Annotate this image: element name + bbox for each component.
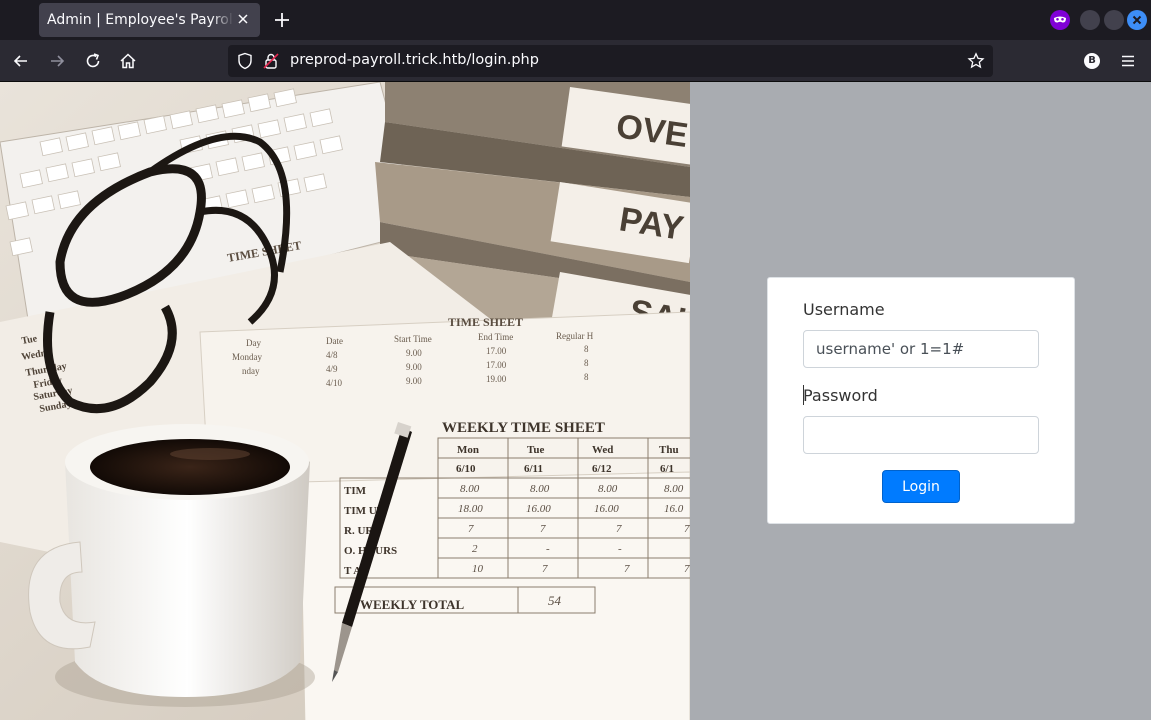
username-input[interactable] <box>803 330 1039 368</box>
mid-row1-day: Monday <box>232 352 262 362</box>
mid-header-date: Date <box>326 336 343 346</box>
hero-illustration: OVE PAY SAL TIME SHEET TIME SHEET Day Da… <box>0 82 690 720</box>
new-tab-plus-icon[interactable] <box>272 10 292 30</box>
reg-hours-1: 7 <box>468 523 474 535</box>
back-arrow-icon[interactable] <box>11 51 31 71</box>
time-out-3: 16.00 <box>594 503 619 515</box>
coffee-mug <box>28 424 315 707</box>
url-text: preprod-payroll.trick.htb/login.php <box>290 52 539 68</box>
mid-row1-start: 9.00 <box>406 348 422 358</box>
time-in-2: 8.00 <box>530 483 550 495</box>
weekly-header-wed: Wed <box>592 444 613 456</box>
mid-row2-date: 4/9 <box>326 364 338 374</box>
home-icon[interactable] <box>118 51 138 71</box>
total-3: 7 <box>624 563 630 575</box>
total-4: 7 <box>684 563 690 575</box>
mid-header-start: Start Time <box>394 334 432 344</box>
ot-hours-1: 2 <box>472 543 478 555</box>
password-input[interactable] <box>803 416 1039 454</box>
login-card: Username Password Login <box>767 277 1075 524</box>
time-in-3: 8.00 <box>598 483 618 495</box>
address-bar[interactable]: preprod-payroll.trick.htb/login.php <box>228 45 993 77</box>
reg-hours-3: 7 <box>616 523 622 535</box>
forward-arrow-icon[interactable] <box>47 51 67 71</box>
navigation-toolbar: preprod-payroll.trick.htb/login.php B <box>0 40 1151 82</box>
tab-close-icon[interactable] <box>235 11 251 27</box>
weekly-total-value: 54 <box>548 593 562 608</box>
weekly-date-2: 6/11 <box>524 463 543 475</box>
page-body: OVE PAY SAL TIME SHEET TIME SHEET Day Da… <box>0 82 1151 720</box>
mid-row2-end: 17.00 <box>486 360 507 370</box>
row-label-1: TIM <box>344 485 367 497</box>
window-minimize-button[interactable] <box>1080 10 1100 30</box>
tracking-protection-shield-icon[interactable] <box>236 52 254 70</box>
ot-hours-2: - <box>546 543 550 555</box>
username-label: Username <box>803 300 885 319</box>
insecure-lock-icon[interactable] <box>262 52 280 70</box>
url-host: preprod-payroll.trick.htb <box>290 52 467 68</box>
mid-row3-end: 19.00 <box>486 374 507 384</box>
time-out-4: 16.0 <box>664 503 684 515</box>
time-out-1: 18.00 <box>458 503 483 515</box>
time-out-2: 16.00 <box>526 503 551 515</box>
hero-photo: OVE PAY SAL TIME SHEET TIME SHEET Day Da… <box>0 82 690 720</box>
url-path: /login.php <box>466 52 539 68</box>
mid-row2-reg: 8 <box>584 358 589 368</box>
time-in-1: 8.00 <box>460 483 480 495</box>
hamburger-menu-icon[interactable] <box>1118 51 1138 71</box>
sheet-title-2: TIME SHEET <box>448 315 523 329</box>
mid-row3-reg: 8 <box>584 372 589 382</box>
browser-tab[interactable]: Admin | Employee's Payroll Management Sy… <box>39 3 260 37</box>
reg-hours-2: 7 <box>540 523 546 535</box>
bookmark-star-icon[interactable] <box>967 52 985 70</box>
tab-strip: Admin | Employee's Payroll Management Sy… <box>0 0 1151 40</box>
mid-row1-date: 4/8 <box>326 350 338 360</box>
total-1: 10 <box>472 563 484 575</box>
mid-row3-start: 9.00 <box>406 376 422 386</box>
profile-avatar[interactable]: B <box>1084 53 1100 69</box>
ot-hours-3: - <box>618 543 622 555</box>
weekly-total-label: WEEKLY TOTAL <box>360 597 464 612</box>
time-in-4: 8.00 <box>664 483 684 495</box>
reload-icon[interactable] <box>83 51 103 71</box>
weekly-header-tue: Tue <box>527 444 544 456</box>
weekly-header-mon: Mon <box>457 444 479 456</box>
mid-header-day: Day <box>246 338 261 348</box>
total-2: 7 <box>542 563 548 575</box>
reg-hours-4: 7 <box>684 523 690 535</box>
mid-row2-start: 9.00 <box>406 362 422 372</box>
mid-row1-end: 17.00 <box>486 346 507 356</box>
window-maximize-button[interactable] <box>1104 10 1124 30</box>
weekly-date-1: 6/10 <box>456 463 476 475</box>
weekly-date-3: 6/12 <box>592 463 612 475</box>
mid-row2-day: nday <box>242 366 260 376</box>
mid-header-end: End Time <box>478 332 513 342</box>
mid-row3-date: 4/10 <box>326 378 343 388</box>
login-button[interactable]: Login <box>882 470 960 503</box>
password-label: Password <box>803 386 878 405</box>
private-browsing-mask-icon <box>1050 10 1070 30</box>
weekly-date-4: 6/1 <box>660 463 674 475</box>
mid-header-reg: Regular H <box>556 331 594 341</box>
mid-row1-reg: 8 <box>584 344 589 354</box>
window-close-button[interactable] <box>1127 10 1147 30</box>
tab-title: Admin | Employee's Payroll Management Sy… <box>47 12 234 28</box>
weekly-header-thu: Thu <box>659 444 679 456</box>
weekly-sheet-title: WEEKLY TIME SHEET <box>442 420 605 436</box>
